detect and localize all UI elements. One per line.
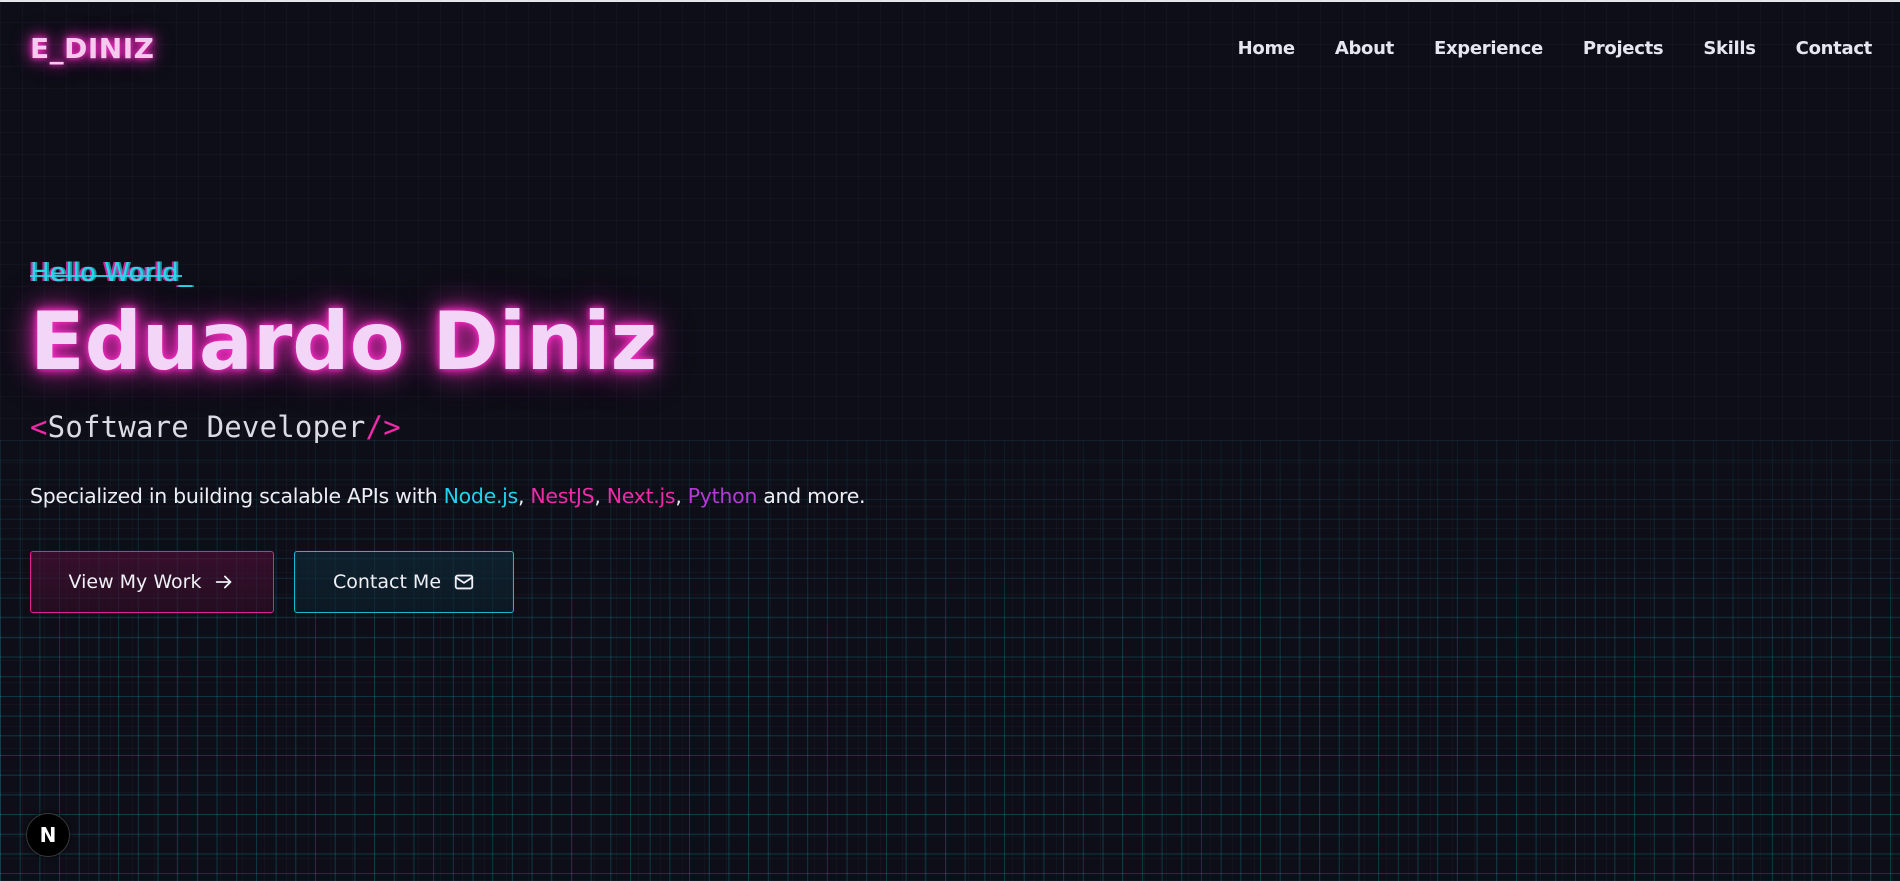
hero-section: Hello World_ Eduardo Diniz <Software Dev… bbox=[30, 258, 866, 613]
tech-nestjs: NestJS bbox=[530, 484, 595, 508]
hero-name: Eduardo Diniz bbox=[30, 295, 658, 388]
hero-greeting: Hello World_ bbox=[30, 258, 192, 288]
view-my-work-button[interactable]: View My Work bbox=[30, 551, 274, 613]
nav-links: Home About Experience Projects Skills Co… bbox=[1238, 38, 1873, 59]
role-title: Software Developer bbox=[47, 410, 366, 444]
badge-label: N bbox=[39, 823, 57, 847]
hero-description: Specialized in building scalable APIs wi… bbox=[30, 484, 866, 508]
nav-link-home[interactable]: Home bbox=[1238, 38, 1296, 59]
description-separator: , bbox=[675, 484, 688, 508]
tech-nextjs: Next.js bbox=[606, 484, 676, 508]
hero-role: <Software Developer/> bbox=[30, 410, 865, 444]
nav-link-experience[interactable]: Experience bbox=[1434, 38, 1543, 59]
role-close-bracket: /> bbox=[365, 410, 401, 444]
description-prefix: Specialized in building scalable APIs wi… bbox=[30, 484, 444, 508]
nav-link-projects[interactable]: Projects bbox=[1583, 38, 1664, 59]
nav-link-contact[interactable]: Contact bbox=[1796, 38, 1873, 59]
nav-link-about[interactable]: About bbox=[1335, 38, 1394, 59]
arrow-right-icon bbox=[213, 571, 235, 593]
tech-nodejs: Node.js bbox=[443, 484, 519, 508]
mail-icon bbox=[453, 571, 475, 593]
description-suffix: and more. bbox=[757, 484, 866, 508]
description-separator: , bbox=[594, 484, 607, 508]
site-logo[interactable]: E_DINIZ bbox=[30, 32, 154, 65]
description-separator: , bbox=[517, 484, 531, 508]
hero-buttons: View My Work Contact Me bbox=[30, 551, 865, 613]
view-my-work-label: View My Work bbox=[68, 571, 202, 593]
navbar: E_DINIZ Home About Experience Projects S… bbox=[0, 2, 1900, 94]
page: E_DINIZ Home About Experience Projects S… bbox=[0, 0, 1900, 881]
nextjs-logo-icon[interactable]: N bbox=[26, 813, 70, 857]
role-open-bracket: < bbox=[30, 410, 48, 444]
contact-me-button[interactable]: Contact Me bbox=[294, 551, 514, 613]
tech-python: Python bbox=[687, 484, 758, 508]
nav-link-skills[interactable]: Skills bbox=[1703, 38, 1756, 59]
contact-me-label: Contact Me bbox=[332, 571, 442, 593]
